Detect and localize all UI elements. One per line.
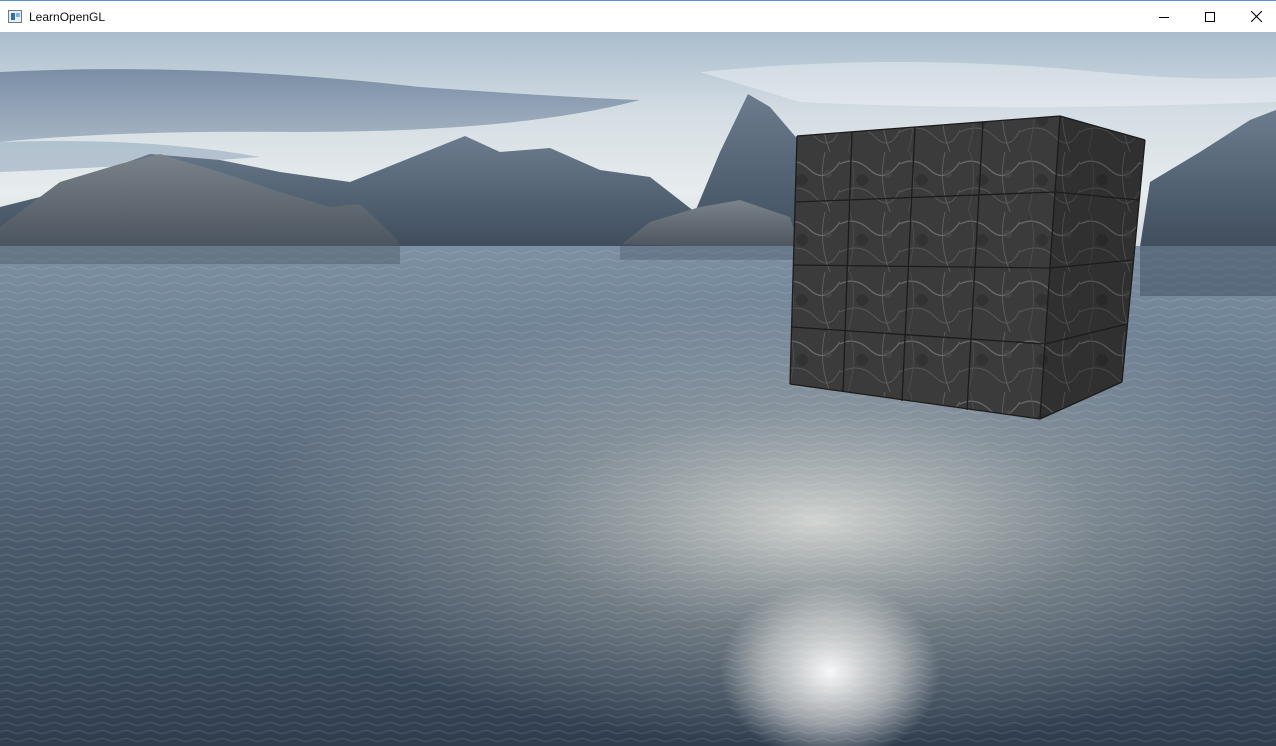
close-button[interactable] (1233, 1, 1276, 32)
island-reflection (0, 246, 400, 264)
window-title: LearnOpenGL (29, 10, 106, 24)
minimize-button[interactable] (1141, 1, 1187, 32)
window-titlebar[interactable]: LearnOpenGL (0, 0, 1276, 32)
close-icon (1250, 11, 1262, 22)
maximize-icon (1205, 11, 1215, 22)
island-reflection (1140, 246, 1276, 296)
opengl-app-icon (8, 10, 22, 23)
island-reflection (620, 246, 800, 260)
marble-cube (789, 115, 1146, 420)
minimize-icon (1159, 16, 1169, 18)
maximize-button[interactable] (1187, 1, 1233, 32)
opengl-render-viewport[interactable] (0, 32, 1276, 746)
scene-render (0, 32, 1276, 746)
